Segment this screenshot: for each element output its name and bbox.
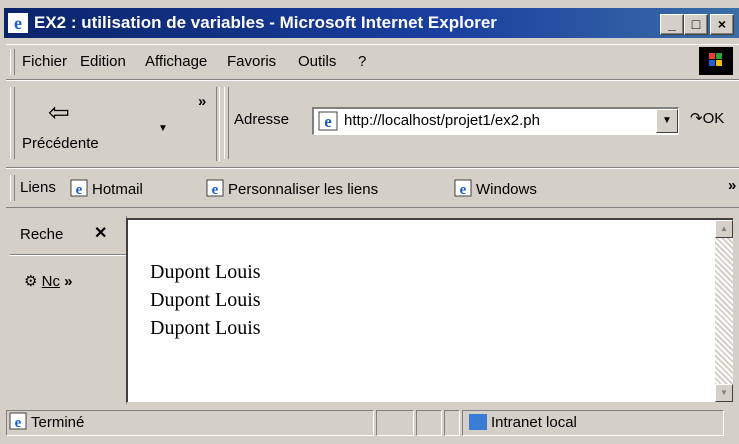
new-search-label: Nc xyxy=(41,273,60,290)
content-line: Dupont Louis xyxy=(150,317,261,339)
back-button[interactable]: ⇦ ▼ Précédente xyxy=(20,93,168,157)
link-personnaliser-label: Personnaliser les liens xyxy=(228,181,379,198)
search-pane-divider xyxy=(10,254,126,255)
back-label: Précédente xyxy=(22,135,99,152)
new-search-button[interactable]: ⚙ Nc » xyxy=(24,272,72,290)
links-overflow-icon[interactable]: » xyxy=(728,177,736,194)
content-line: Dupont Louis xyxy=(150,289,261,311)
title-bar[interactable]: e EX2 : utilisation de variables - Micro… xyxy=(4,8,739,38)
minimize-button[interactable]: _ xyxy=(660,14,684,35)
page-icon: e xyxy=(318,111,338,131)
svg-text:e: e xyxy=(76,182,83,197)
toolbar-overflow-icon[interactable]: » xyxy=(198,93,206,110)
menu-outils[interactable]: Outils xyxy=(298,53,336,70)
status-cell-extra xyxy=(444,410,460,436)
search-pane: Reche ✕ ⚙ Nc » xyxy=(10,216,127,404)
search-overflow-icon[interactable]: » xyxy=(64,273,72,290)
address-grip[interactable] xyxy=(224,87,229,159)
link-hotmail[interactable]: e Hotmail xyxy=(70,179,143,198)
page-icon: e xyxy=(206,179,224,197)
go-label: OK xyxy=(702,110,725,127)
status-zone-label: Intranet local xyxy=(491,414,577,431)
address-value[interactable]: http://localhost/projet1/ex2.ph xyxy=(344,112,660,129)
content-lines: Dupont Louis Dupont Louis Dupont Louis xyxy=(150,258,261,342)
menu-edition[interactable]: Edition xyxy=(80,53,126,70)
links-label: Liens xyxy=(20,179,56,196)
links-grip[interactable] xyxy=(10,175,15,201)
address-field[interactable]: e http://localhost/projet1/ex2.ph ▼ xyxy=(312,107,679,135)
link-personnaliser[interactable]: e Personnaliser les liens xyxy=(206,179,378,198)
back-arrow-icon: ⇦ xyxy=(48,97,70,127)
status-zone: Intranet local xyxy=(462,410,724,436)
menu-help[interactable]: ? xyxy=(358,53,366,70)
menu-favoris[interactable]: Favoris xyxy=(227,53,276,70)
menubar-grip[interactable] xyxy=(10,49,15,75)
toolbar-separator xyxy=(216,87,220,161)
page-icon: e xyxy=(70,179,88,197)
scroll-down-button[interactable]: ▼ xyxy=(715,384,733,402)
links-bar: Liens e Hotmail e Personnaliser les liens … xyxy=(6,168,739,208)
status-cell-lock xyxy=(416,410,442,436)
close-button[interactable]: × xyxy=(710,14,734,35)
maximize-button[interactable]: □ xyxy=(684,14,708,35)
refresh-ok-icon: ↷ xyxy=(690,110,703,127)
content-line: Dupont Louis xyxy=(150,261,261,283)
page-icon: e xyxy=(454,179,472,197)
menu-affichage[interactable]: Affichage xyxy=(145,53,207,70)
ie-window: e EX2 : utilisation de variables - Micro… xyxy=(0,0,739,444)
status-bar: e Terminé Intranet local xyxy=(4,408,739,440)
link-windows-label: Windows xyxy=(476,181,537,198)
body-area: Reche ✕ ⚙ Nc » Dupont Louis Dupont Louis… xyxy=(4,212,739,406)
intranet-icon xyxy=(469,414,487,430)
status-text: Terminé xyxy=(31,414,85,431)
address-dropdown-button[interactable]: ▼ xyxy=(656,109,678,133)
search-pane-title: Reche xyxy=(20,226,64,243)
close-icon[interactable]: ✕ xyxy=(94,223,107,243)
link-windows[interactable]: e Windows xyxy=(454,179,537,198)
ie-icon: e xyxy=(8,13,28,33)
link-hotmail-label: Hotmail xyxy=(92,181,143,198)
menu-bar: Fichier Edition Affichage Favoris Outils… xyxy=(6,44,739,80)
vertical-scrollbar[interactable]: ▲ ▼ xyxy=(715,220,733,402)
search-icon: ⚙ xyxy=(24,273,38,290)
svg-text:e: e xyxy=(212,182,219,197)
window-title: EX2 : utilisation de variables - Microso… xyxy=(34,13,497,32)
go-button[interactable]: ↷OK xyxy=(690,109,724,127)
standard-toolbar: ⇦ ▼ Précédente » Adresse e http://localh… xyxy=(6,80,739,168)
scroll-up-button[interactable]: ▲ xyxy=(715,220,733,238)
back-dropdown-icon[interactable]: ▼ xyxy=(158,123,168,134)
page-icon: e xyxy=(9,412,27,430)
svg-text:e: e xyxy=(460,182,467,197)
status-cell-progress xyxy=(376,410,414,436)
windows-logo-icon xyxy=(699,47,733,75)
toolbar-grip[interactable] xyxy=(10,87,15,159)
svg-text:e: e xyxy=(324,112,332,131)
status-main: e Terminé xyxy=(6,410,374,436)
menu-fichier[interactable]: Fichier xyxy=(22,53,67,70)
svg-text:e: e xyxy=(14,13,22,33)
address-label: Adresse xyxy=(234,111,290,128)
page-content: Dupont Louis Dupont Louis Dupont Louis ▲… xyxy=(126,218,733,402)
svg-text:e: e xyxy=(15,415,22,430)
